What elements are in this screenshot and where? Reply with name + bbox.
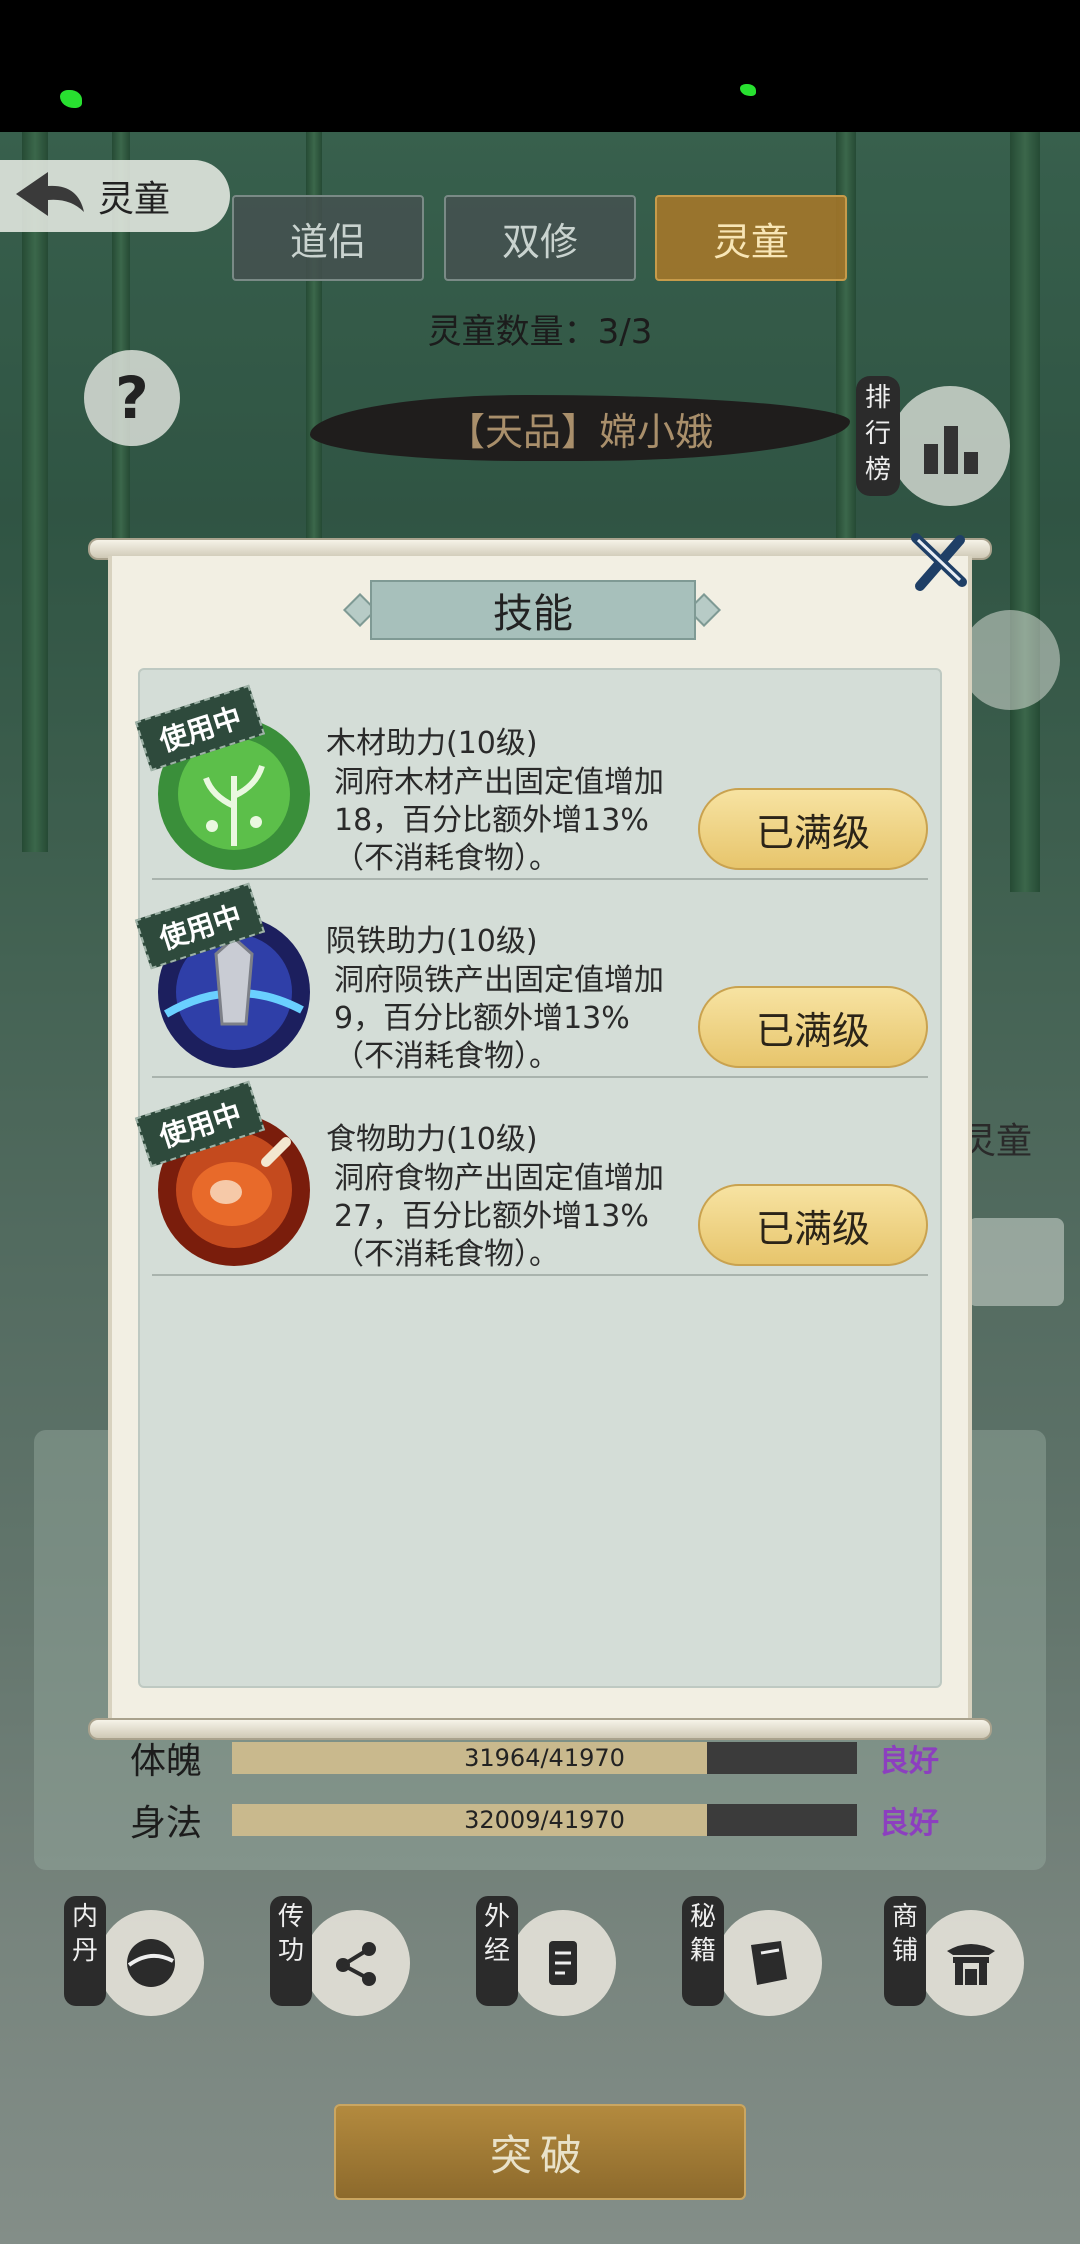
max-level-button[interactable]: 已满级 [698,1184,928,1266]
ranking-label[interactable]: 排行榜 [856,376,900,496]
ranking-icon [924,426,978,474]
page-title: 灵童 [98,179,171,220]
close-icon[interactable] [906,530,970,594]
scroll-icon [549,1941,577,1985]
skill-item: 使用中 陨铁助力(10级) 洞府陨铁产出固定值增加9，百分比额外增13%（不消耗… [134,882,928,1078]
inner-elixir-icon [127,1939,175,1987]
share-skill-icon [336,1942,376,1986]
child-count: 灵童数量：3/3 [427,312,653,352]
shop-icon [947,1944,995,1985]
ranking-button[interactable] [890,386,1010,506]
tab-spirit-child[interactable]: 灵童 [655,195,847,281]
stat-label: 身法 [130,1803,203,1844]
tab-companion[interactable]: 道侣 [232,195,424,281]
stat-value: 32009/41970 [464,1806,625,1834]
feature-inner-elixir[interactable]: 内丹 [64,1896,214,2016]
skill-description: 洞府木材产出固定值增加18，百分比额外增13%（不消耗食物）。 [334,765,664,876]
feature-label: 内丹 [64,1896,106,2006]
feature-label: 商铺 [884,1896,926,2006]
feature-secret-book[interactable]: 秘籍 [682,1896,832,2016]
feature-label: 传功 [270,1896,312,2006]
status-bar [0,0,1080,132]
status-indicator-icon [60,90,82,108]
back-button[interactable]: 灵童 [0,160,230,232]
max-level-button[interactable]: 已满级 [698,986,928,1068]
breakthrough-button[interactable]: 突破 [334,2104,746,2200]
help-icon: ? [115,364,149,432]
side-action-button[interactable] [960,610,1060,710]
skill-name: 陨铁助力(10级) [326,924,538,959]
status-indicator-icon [740,84,756,96]
scroll-rod-bottom [88,1718,992,1740]
feature-label: 秘籍 [682,1896,724,2006]
tab-dual-cultivation[interactable]: 双修 [444,195,636,281]
stat-progress-bar: 32009/41970 [232,1804,857,1836]
max-level-button[interactable]: 已满级 [698,788,928,870]
skill-item: 使用中 木材助力(10级) 洞府木材产出固定值增加18，百分比额外增13%（不消… [134,684,928,880]
skill-name: 食物助力(10级) [326,1122,538,1157]
skill-name: 木材助力(10级) [326,726,538,761]
back-arrow-icon [16,172,84,216]
feature-label: 外经 [476,1896,518,2006]
book-icon [751,1941,787,1985]
feature-share-skill[interactable]: 传功 [270,1896,420,2016]
stat-grade: 良好 [879,1744,939,1779]
modal-title: 技能 [370,580,696,640]
skill-description: 洞府陨铁产出固定值增加9，百分比额外增13%（不消耗食物）。 [334,963,664,1074]
side-panel [968,1218,1064,1306]
help-button[interactable]: ? [84,350,180,446]
skill-item: 使用中 食物助力(10级) 洞府食物产出固定值增加27，百分比额外增13%（不消… [134,1080,928,1276]
stat-grade: 良好 [879,1806,939,1841]
stat-progress-bar: 31964/41970 [232,1742,857,1774]
skill-description: 洞府食物产出固定值增加27，百分比额外增13%（不消耗食物）。 [334,1161,664,1272]
feature-scripture[interactable]: 外经 [476,1896,626,2016]
stat-row: 身法 32009/41970 良好 [130,1794,939,1846]
feature-shop[interactable]: 商铺 [884,1896,1034,2016]
stat-value: 31964/41970 [464,1744,625,1772]
modal-title-banner: 技能 [343,580,721,640]
game-screen: 灵童 道侣 双修 灵童 灵童数量：3/3 ? 【天品】嫦小娥 排行榜 灵童 体魄… [0,0,1080,2244]
